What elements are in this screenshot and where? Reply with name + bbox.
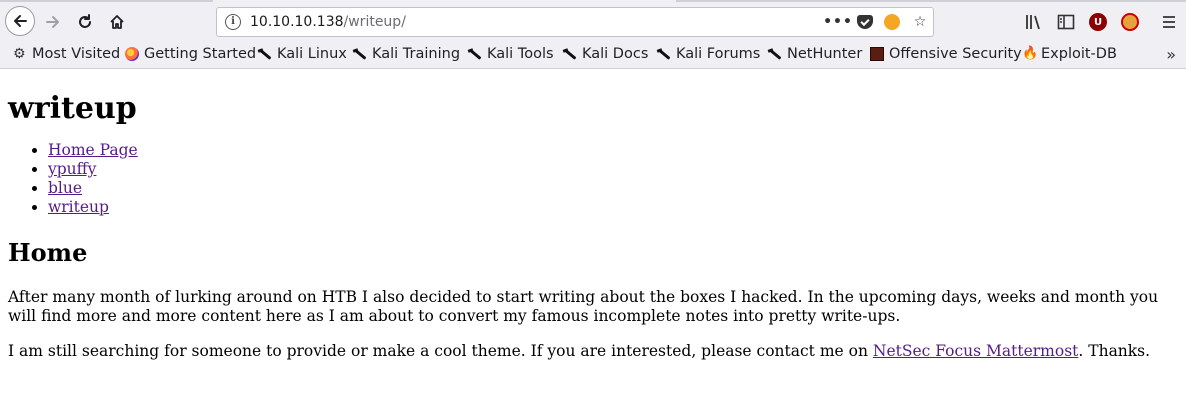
nav-link-writeup[interactable]: writeup bbox=[48, 198, 109, 216]
ublock-icon[interactable]: U bbox=[1087, 10, 1109, 34]
url-path: /writeup/ bbox=[343, 14, 406, 30]
forward-arrow-icon bbox=[46, 16, 59, 28]
forward-button[interactable] bbox=[39, 8, 67, 36]
nav-item: blue bbox=[48, 179, 1178, 198]
kali-dragon-icon bbox=[657, 47, 671, 61]
bookmark-kali-docs[interactable]: Kali Docs bbox=[563, 44, 648, 64]
bookmark-label: Exploit-DB bbox=[1041, 46, 1117, 62]
bookmark-label: Kali Forums bbox=[676, 46, 761, 62]
url-bar[interactable]: i 10.10.10.138/writeup/ ••• ☆ bbox=[216, 7, 934, 37]
bookmark-label: Kali Training bbox=[372, 46, 461, 62]
back-button[interactable] bbox=[5, 6, 35, 36]
url-bar-actions: ••• ☆ bbox=[823, 11, 929, 33]
home-button[interactable] bbox=[103, 8, 131, 36]
offsec-icon bbox=[870, 47, 884, 61]
page-title: writeup bbox=[8, 91, 137, 126]
bookmark-label: Kali Tools bbox=[487, 46, 554, 62]
exploitdb-icon: 🔥 bbox=[1022, 46, 1039, 61]
url-text[interactable]: 10.10.10.138/writeup/ bbox=[250, 14, 406, 30]
bookmark-label: Getting Started bbox=[144, 46, 257, 62]
library-icon[interactable] bbox=[1023, 10, 1045, 34]
noscript-icon[interactable] bbox=[1119, 10, 1141, 34]
bookmark-offensive-security[interactable]: Offensive Security bbox=[870, 44, 1022, 64]
site-nav-list: Home Page ypuffy blue writeup bbox=[8, 141, 1178, 217]
browser-chrome: i 10.10.10.138/writeup/ ••• ☆ U ⚙ Most V… bbox=[0, 0, 1186, 69]
section-heading: Home bbox=[8, 238, 88, 267]
reload-button[interactable] bbox=[71, 8, 99, 36]
bookmark-kali-training[interactable]: Kali Training bbox=[353, 44, 460, 64]
bookmark-star-icon[interactable]: ☆ bbox=[911, 13, 929, 31]
page-actions-menu-icon[interactable]: ••• bbox=[823, 13, 852, 31]
nav-link-ypuffy[interactable]: ypuffy bbox=[48, 160, 96, 178]
tab-strip-edge bbox=[0, 0, 1186, 2]
extension-icon[interactable] bbox=[883, 13, 901, 31]
kali-dragon-icon bbox=[258, 47, 272, 61]
bookmark-exploit-db[interactable]: 🔥 Exploit-DB bbox=[1022, 44, 1117, 64]
bookmark-label: Offensive Security bbox=[889, 46, 1022, 62]
bookmark-getting-started[interactable]: Getting Started bbox=[125, 44, 256, 64]
bookmark-label: Most Visited bbox=[32, 46, 121, 62]
home-icon bbox=[110, 15, 124, 29]
bookmark-kali-linux[interactable]: Kali Linux bbox=[258, 44, 347, 64]
contact-paragraph: I am still searching for someone to prov… bbox=[8, 342, 1178, 361]
page-content: writeup Home Page ypuffy blue writeup Ho… bbox=[8, 68, 1178, 361]
mattermost-link[interactable]: NetSec Focus Mattermost bbox=[873, 342, 1079, 360]
gear-icon: ⚙ bbox=[13, 46, 26, 62]
bookmarks-overflow-chevron-icon[interactable]: » bbox=[1166, 45, 1176, 64]
bookmark-most-visited[interactable]: ⚙ Most Visited bbox=[13, 44, 120, 64]
contact-text-end: . Thanks. bbox=[1078, 342, 1151, 360]
kali-dragon-icon bbox=[353, 47, 367, 61]
nav-link-blue[interactable]: blue bbox=[48, 179, 82, 197]
pocket-icon[interactable] bbox=[857, 15, 873, 29]
back-arrow-icon bbox=[14, 15, 27, 27]
contact-text: I am still searching for someone to prov… bbox=[8, 342, 873, 360]
url-host: 10.10.10.138 bbox=[250, 14, 344, 30]
reload-icon bbox=[79, 14, 91, 28]
intro-paragraph: After many month of lurking around on HT… bbox=[8, 288, 1159, 325]
bookmark-label: Kali Linux bbox=[277, 46, 347, 62]
bookmarks-toolbar: ⚙ Most Visited Getting Started Kali Linu… bbox=[0, 41, 1186, 67]
kali-dragon-icon bbox=[563, 47, 577, 61]
nav-item: writeup bbox=[48, 198, 1178, 217]
kali-dragon-icon bbox=[468, 47, 482, 61]
nav-link-home-page[interactable]: Home Page bbox=[48, 141, 138, 159]
bookmark-kali-tools[interactable]: Kali Tools bbox=[468, 44, 554, 64]
nav-item: Home Page bbox=[48, 141, 1178, 160]
sidebar-icon[interactable] bbox=[1055, 10, 1077, 34]
bookmark-label: Kali Docs bbox=[582, 46, 649, 62]
menu-icon[interactable] bbox=[1158, 10, 1180, 34]
site-info-icon[interactable]: i bbox=[225, 14, 241, 30]
nav-item: ypuffy bbox=[48, 160, 1178, 179]
kali-dragon-icon bbox=[768, 47, 782, 61]
firefox-icon bbox=[125, 47, 139, 61]
bookmark-kali-forums[interactable]: Kali Forums bbox=[657, 44, 760, 64]
bookmark-nethunter[interactable]: NetHunter bbox=[768, 44, 862, 64]
bookmark-label: NetHunter bbox=[787, 46, 863, 62]
